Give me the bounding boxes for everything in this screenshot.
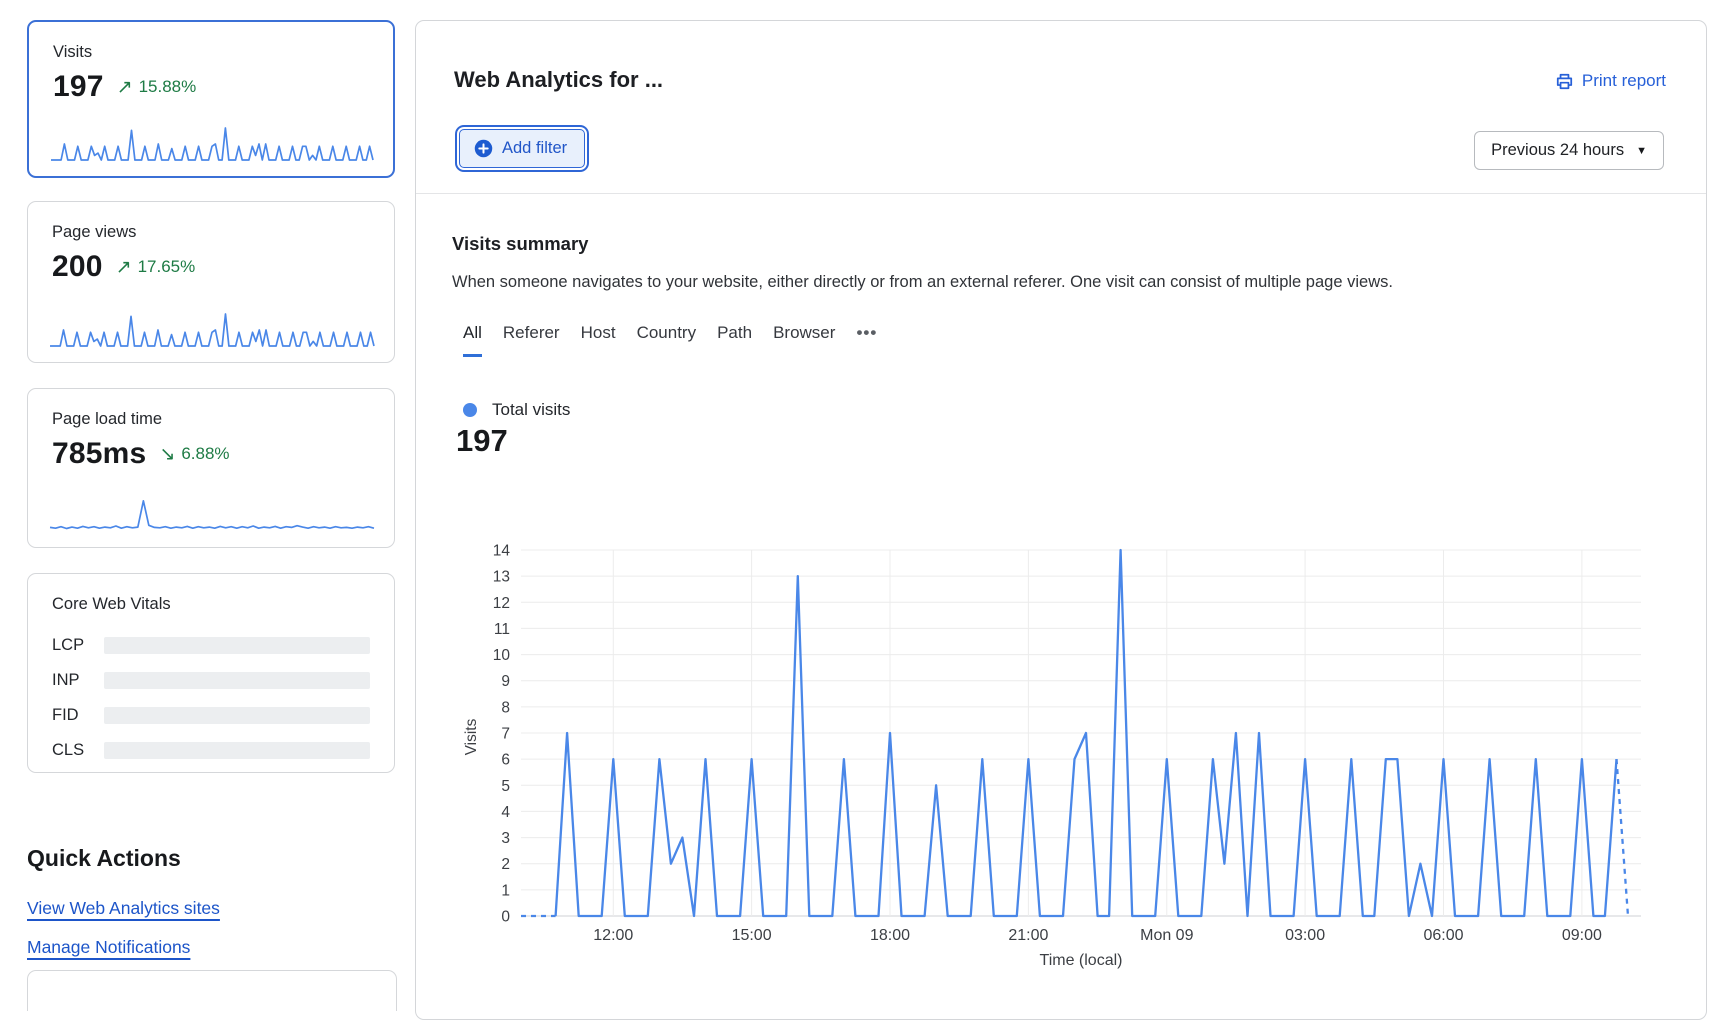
printer-icon xyxy=(1555,72,1574,91)
header-divider xyxy=(416,193,1706,194)
metric-card-value-row: 197 ↗ 15.88% xyxy=(29,62,393,104)
svg-text:8: 8 xyxy=(501,699,510,716)
quick-actions-title: Quick Actions xyxy=(27,845,181,872)
quick-action-link-view-web-analytics-sites[interactable]: View Web Analytics sites xyxy=(27,898,220,919)
summary-tab-host[interactable]: Host xyxy=(581,323,616,357)
summary-tabs: All Referer Host Country Path Browser ••… xyxy=(463,323,877,357)
svg-text:9: 9 xyxy=(501,673,510,690)
trend-arrow-icon: ↗ xyxy=(116,258,132,277)
trend-arrow-icon: ↗ xyxy=(117,78,133,97)
metric-card-title: Page load time xyxy=(28,389,394,429)
add-filter-label: Add filter xyxy=(502,139,567,158)
quick-action-link-manage-notifications[interactable]: Manage Notifications xyxy=(27,937,190,958)
metric-card-sparkline xyxy=(46,308,378,350)
svg-text:5: 5 xyxy=(501,778,510,795)
svg-text:09:00: 09:00 xyxy=(1562,927,1602,944)
svg-text:12: 12 xyxy=(493,595,510,612)
svg-text:Visits: Visits xyxy=(463,718,480,755)
metric-card-page-views[interactable]: Page views 200 ↗ 17.65% xyxy=(27,201,395,363)
time-range-dropdown[interactable]: Previous 24 hours ▼ xyxy=(1474,131,1664,170)
core-web-vital-label: CLS xyxy=(52,741,104,760)
metric-card-trend: ↗ 17.65% xyxy=(116,257,196,277)
metric-card-title: Visits xyxy=(29,22,393,62)
metric-card-sparkline xyxy=(46,493,378,535)
core-web-vitals-card[interactable]: Core Web Vitals LCP INP FID CLS xyxy=(27,573,395,773)
web-analytics-panel: Web Analytics for ... Print report Add f… xyxy=(415,20,1707,1020)
summary-tab-country[interactable]: Country xyxy=(637,323,697,357)
legend-dot-icon xyxy=(463,403,477,417)
partial-card-top xyxy=(27,970,397,1011)
svg-text:12:00: 12:00 xyxy=(593,927,633,944)
core-web-vital-bar-track xyxy=(104,742,370,759)
svg-text:7: 7 xyxy=(501,726,510,743)
svg-text:03:00: 03:00 xyxy=(1285,927,1325,944)
svg-text:1: 1 xyxy=(501,882,510,899)
visits-summary-description: When someone navigates to your website, … xyxy=(452,273,1552,292)
summary-tab-all[interactable]: All xyxy=(463,323,482,357)
svg-text:06:00: 06:00 xyxy=(1423,927,1463,944)
metric-card-page-load-time[interactable]: Page load time 785ms ↘ 6.88% xyxy=(27,388,395,548)
trend-percentage: 17.65% xyxy=(138,257,196,277)
core-web-vital-row: FID xyxy=(52,706,370,725)
metric-card-value-row: 200 ↗ 17.65% xyxy=(28,242,394,284)
chart-legend: Total visits xyxy=(463,400,570,420)
summary-tab-path[interactable]: Path xyxy=(717,323,752,357)
trend-arrow-icon: ↘ xyxy=(159,445,175,464)
svg-text:21:00: 21:00 xyxy=(1008,927,1048,944)
svg-text:13: 13 xyxy=(493,569,510,586)
summary-tab-browser[interactable]: Browser xyxy=(773,323,835,357)
chevron-down-icon: ▼ xyxy=(1636,145,1647,157)
metric-card-value-row: 785ms ↘ 6.88% xyxy=(28,429,394,471)
core-web-vital-bar-track xyxy=(104,707,370,724)
svg-text:18:00: 18:00 xyxy=(870,927,910,944)
time-range-label: Previous 24 hours xyxy=(1491,141,1624,160)
metric-cards-list: Visits 197 ↗ 15.88% Page views 200 ↗ 17.… xyxy=(27,20,395,548)
core-web-vital-bar-track xyxy=(104,637,370,654)
svg-text:3: 3 xyxy=(501,830,510,847)
metric-card-value: 785ms xyxy=(52,437,146,471)
trend-percentage: 15.88% xyxy=(139,77,197,97)
core-web-vital-row: LCP xyxy=(52,636,370,655)
legend-label: Total visits xyxy=(492,400,570,420)
svg-text:6: 6 xyxy=(501,752,510,769)
core-web-vitals-title: Core Web Vitals xyxy=(52,595,370,614)
core-web-vital-label: LCP xyxy=(52,636,104,655)
visits-summary-title: Visits summary xyxy=(452,233,588,255)
metric-card-trend: ↗ 15.88% xyxy=(117,77,197,97)
svg-text:Time (local): Time (local) xyxy=(1040,952,1123,969)
svg-text:10: 10 xyxy=(493,647,511,664)
page-title: Web Analytics for ... xyxy=(454,67,663,93)
metric-card-value: 197 xyxy=(53,70,104,104)
metric-card-visits[interactable]: Visits 197 ↗ 15.88% xyxy=(27,20,395,178)
core-web-vital-row: INP xyxy=(52,671,370,690)
svg-text:14: 14 xyxy=(493,543,511,560)
core-web-vital-row: CLS xyxy=(52,741,370,760)
core-web-vital-bar-track xyxy=(104,672,370,689)
svg-text:4: 4 xyxy=(501,804,510,821)
metric-card-sparkline xyxy=(47,122,377,164)
svg-text:0: 0 xyxy=(501,909,510,926)
summary-tab-more[interactable]: ••• xyxy=(856,323,877,357)
visits-line-chart: 0123456789101112131412:0015:0018:0021:00… xyxy=(456,537,1681,987)
metrics-sidebar: Visits 197 ↗ 15.88% Page views 200 ↗ 17.… xyxy=(27,20,395,773)
core-web-vital-label: FID xyxy=(52,706,104,725)
svg-text:11: 11 xyxy=(494,621,510,638)
core-web-vitals-rows: LCP INP FID CLS xyxy=(52,636,370,760)
svg-text:15:00: 15:00 xyxy=(732,927,772,944)
svg-text:2: 2 xyxy=(501,856,510,873)
print-report-link[interactable]: Print report xyxy=(1555,71,1666,91)
summary-tab-referer[interactable]: Referer xyxy=(503,323,560,357)
metric-card-trend: ↘ 6.88% xyxy=(159,444,229,464)
total-visits-value: 197 xyxy=(456,423,508,459)
metric-card-title: Page views xyxy=(28,202,394,242)
svg-text:Mon 09: Mon 09 xyxy=(1140,927,1193,944)
core-web-vital-label: INP xyxy=(52,671,104,690)
metric-card-value: 200 xyxy=(52,250,103,284)
trend-percentage: 6.88% xyxy=(181,444,229,464)
print-report-label: Print report xyxy=(1582,71,1666,91)
add-filter-button[interactable]: Add filter xyxy=(459,129,585,168)
plus-circle-icon xyxy=(474,139,493,158)
